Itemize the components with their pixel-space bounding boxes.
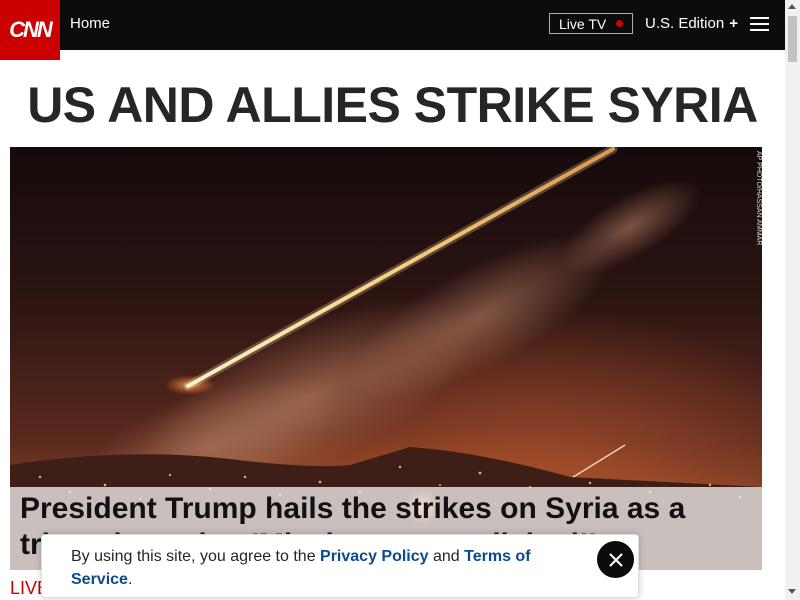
logo-text: CNN bbox=[9, 17, 53, 42]
hero-image[interactable]: AP PHOTO/HASSAN AMMAR President Trump ha… bbox=[10, 147, 762, 570]
cookie-consent-text: By using this site, you agree to the Pri… bbox=[71, 545, 561, 591]
page-title[interactable]: US AND ALLIES STRIKE SYRIA bbox=[10, 76, 775, 134]
close-icon bbox=[608, 552, 623, 567]
cookie-text-suffix: . bbox=[127, 571, 133, 588]
cookie-consent-banner: By using this site, you agree to the Pri… bbox=[41, 534, 639, 598]
scroll-up-arrow-icon[interactable] bbox=[788, 4, 796, 9]
scrollbar-thumb[interactable] bbox=[788, 16, 797, 62]
privacy-policy-link[interactable]: Privacy Policy bbox=[320, 548, 429, 565]
live-indicator-icon bbox=[616, 20, 623, 27]
cnn-logo[interactable]: CNN bbox=[0, 0, 60, 60]
scroll-down-arrow-icon[interactable] bbox=[788, 589, 796, 594]
scrollbar[interactable] bbox=[785, 0, 800, 600]
edition-selector[interactable]: U.S. Edition + bbox=[645, 15, 738, 32]
home-link[interactable]: Home bbox=[70, 15, 110, 32]
top-nav: CNN Home Live TV U.S. Edition + bbox=[0, 0, 785, 60]
cookie-close-button[interactable] bbox=[597, 541, 634, 578]
live-tv-label: Live TV bbox=[559, 15, 607, 32]
edition-label: U.S. Edition bbox=[645, 15, 725, 32]
plus-icon: + bbox=[729, 15, 738, 32]
cookie-text-and: and bbox=[428, 548, 465, 565]
cookie-text-prefix: By using this site, you agree to the bbox=[71, 548, 321, 565]
hamburger-menu-icon[interactable] bbox=[750, 17, 770, 32]
photo-credit: AP PHOTO/HASSAN AMMAR bbox=[755, 151, 762, 246]
live-tv-button[interactable]: Live TV bbox=[549, 13, 633, 34]
